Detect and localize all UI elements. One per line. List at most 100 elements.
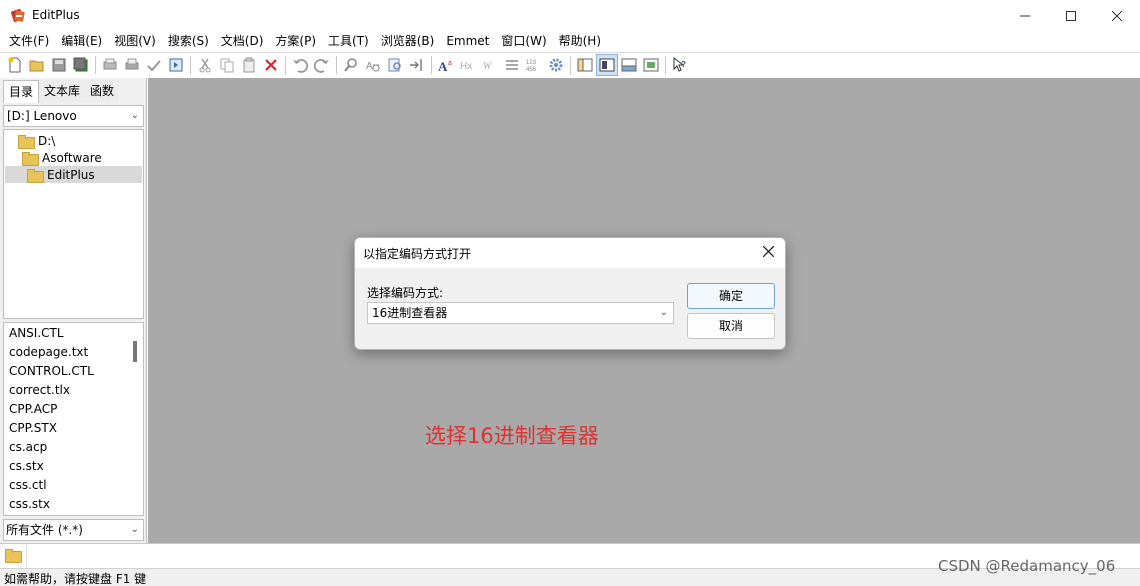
menu-edit[interactable]: 编辑(E) (55, 31, 108, 51)
undo-icon (293, 59, 308, 73)
tree-node-label: EditPlus (47, 167, 95, 182)
cut-button[interactable] (194, 54, 216, 76)
tab-functions[interactable]: 函数 (85, 80, 120, 102)
maximize-button[interactable] (1048, 0, 1094, 31)
dual-pane-button[interactable] (596, 54, 618, 76)
list-item[interactable]: CPP.STX (9, 419, 57, 438)
replace-button[interactable]: A (362, 54, 384, 76)
list-item[interactable]: correct.tlx (9, 381, 70, 400)
output-window-icon (621, 58, 637, 72)
toolbar-separator (336, 56, 337, 74)
tab-directory[interactable]: 目录 (3, 80, 40, 103)
encoding-select[interactable]: 16进制查看器 ⌄ (367, 302, 674, 324)
hex-button[interactable]: Hx (457, 54, 479, 76)
tree-node-asoftware[interactable]: Asoftware (22, 149, 102, 166)
menu-search[interactable]: 搜索(S) (162, 31, 215, 51)
ok-button[interactable]: 确定 (687, 283, 775, 309)
list-item[interactable]: css.stx (9, 495, 50, 514)
menu-window[interactable]: 窗口(W) (495, 31, 552, 51)
open-button[interactable] (26, 54, 48, 76)
encoding-label: 选择编码方式: (367, 286, 444, 300)
output-window-button[interactable] (618, 54, 640, 76)
menu-help[interactable]: 帮助(H) (553, 31, 607, 51)
menu-view[interactable]: 视图(V) (108, 31, 162, 51)
svg-text:456: 456 (526, 67, 537, 73)
replace-icon: A (366, 61, 380, 72)
clip-window-button[interactable] (640, 54, 662, 76)
close-window-button[interactable] (1094, 0, 1140, 31)
save-button[interactable] (48, 54, 70, 76)
print-preview-icon (103, 58, 117, 70)
browser-view-icon (169, 58, 183, 72)
list-item[interactable]: ANSI.CTL (9, 324, 64, 343)
tree-node-label: Asoftware (42, 150, 102, 165)
maximize-icon (1066, 10, 1076, 21)
word-wrap-button[interactable]: W (479, 54, 501, 76)
chevron-down-icon: ⌄ (130, 110, 139, 121)
tree-node-label: D:\ (38, 133, 56, 148)
list-item[interactable]: codepage.txt (9, 343, 88, 362)
pane-toggle-button[interactable] (574, 54, 596, 76)
toolbar-separator (95, 56, 96, 74)
menu-file[interactable]: 文件(F) (3, 31, 55, 51)
menu-browser[interactable]: 浏览器(B) (375, 31, 441, 51)
encoding-select-value: 16进制查看器 (372, 306, 448, 320)
line-number-button[interactable]: 123 456 (523, 54, 545, 76)
menu-tools[interactable]: 工具(T) (322, 31, 375, 51)
settings-button[interactable] (545, 54, 567, 76)
minimize-icon (1020, 15, 1030, 16)
copy-button[interactable] (216, 54, 238, 76)
help-cursor-icon: ? (673, 57, 686, 72)
cancel-button[interactable]: 取消 (687, 313, 775, 339)
find-button[interactable] (340, 54, 362, 76)
menu-document[interactable]: 文档(D) (215, 31, 270, 51)
paste-button[interactable] (238, 54, 260, 76)
spell-check-button[interactable] (143, 54, 165, 76)
file-list-scrollbar[interactable] (133, 341, 137, 362)
undo-button[interactable] (289, 54, 311, 76)
open-folder-icon (29, 60, 44, 72)
goto-line-button[interactable] (406, 54, 428, 76)
close-icon (1112, 10, 1122, 21)
drive-select[interactable]: [D:] Lenovo ⌄ (3, 105, 144, 127)
toolbar-separator (570, 56, 571, 74)
redo-button[interactable] (311, 54, 333, 76)
line-spacing-button[interactable] (501, 54, 523, 76)
directory-panel: 目录 文本库 函数 [D:] Lenovo ⌄ D:\ Asoftware Ed… (0, 78, 147, 543)
save-all-button[interactable] (70, 54, 92, 76)
tree-node-drive[interactable]: D:\ (18, 132, 55, 149)
svg-text:a: a (448, 60, 452, 67)
dialog-title: 以指定编码方式打开 (363, 247, 472, 261)
file-filter-select[interactable]: 所有文件 (*.*) ⌄ (3, 519, 144, 541)
new-file-button[interactable] (4, 54, 26, 76)
svg-text:A: A (438, 59, 448, 73)
chevron-down-icon: ⌄ (130, 524, 139, 535)
print-preview-button[interactable] (99, 54, 121, 76)
goto-line-icon (410, 59, 422, 71)
dialog-close-button[interactable] (759, 242, 777, 262)
minimize-button[interactable] (1002, 0, 1048, 31)
svg-text:A: A (366, 61, 373, 72)
list-item[interactable]: CPP.ACP (9, 400, 57, 419)
list-item[interactable]: css.ctl (9, 476, 47, 495)
line-number-icon: 123456 (526, 60, 537, 73)
menu-emmet[interactable]: Emmet (440, 31, 495, 51)
tab-cliptext[interactable]: 文本库 (39, 80, 86, 102)
menu-project[interactable]: 方案(P) (269, 31, 322, 51)
help-cursor-button[interactable]: ? (669, 54, 691, 76)
delete-button[interactable] (260, 54, 282, 76)
toolbar-separator (665, 56, 666, 74)
print-icon (125, 58, 139, 70)
browser-view-button[interactable] (165, 54, 187, 76)
print-button[interactable] (121, 54, 143, 76)
find-in-files-button[interactable] (384, 54, 406, 76)
list-item[interactable]: CONTROL.CTL (9, 362, 94, 381)
clip-window-icon (643, 58, 659, 72)
font-button[interactable]: Aa (435, 54, 457, 76)
list-item[interactable]: cs.acp (9, 438, 47, 457)
list-item[interactable]: cs.stx (9, 457, 44, 476)
folder-icon[interactable] (5, 549, 22, 563)
folder-icon (22, 151, 39, 166)
toolbar-separator (285, 56, 286, 74)
tree-node-editplus[interactable]: EditPlus (5, 166, 142, 183)
